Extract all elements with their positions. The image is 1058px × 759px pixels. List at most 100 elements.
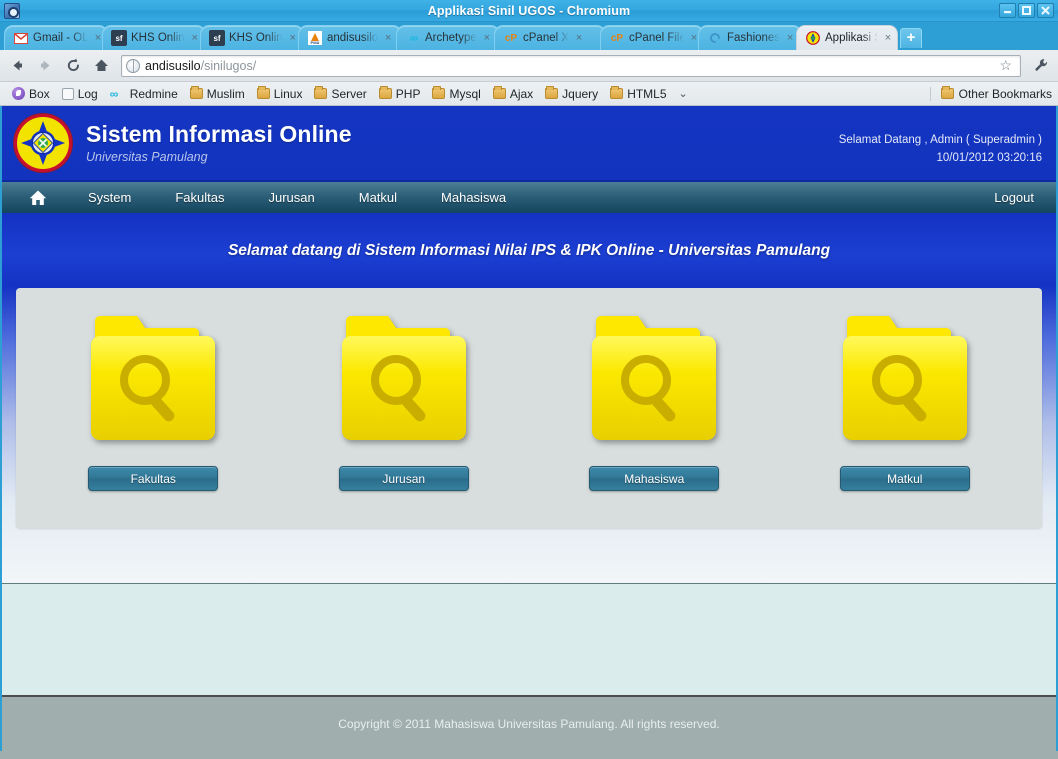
shortcut-card-fakultas[interactable]: Fakultas xyxy=(58,302,248,491)
bookmark-star-icon[interactable]: ☆ xyxy=(995,57,1016,74)
tab-close-icon[interactable]: × xyxy=(482,32,492,44)
tab-close-icon[interactable]: × xyxy=(190,32,200,44)
phpmyadmin-icon: PMA xyxy=(307,30,323,46)
other-bookmarks-label: Other Bookmarks xyxy=(959,87,1052,101)
folder-icon xyxy=(257,88,270,99)
close-icon[interactable] xyxy=(1037,3,1054,18)
browser-tab[interactable]: cP cPanel File × xyxy=(600,25,704,50)
welcome-greeting: Selamat Datang , Admin ( Superadmin ) xyxy=(839,132,1042,150)
bookmark-item-box[interactable]: Box xyxy=(6,87,56,101)
shortcut-card-jurusan[interactable]: Jurusan xyxy=(309,302,499,491)
address-bar[interactable]: andisusilo/sinilugos/ ☆ xyxy=(121,55,1021,77)
back-arrow-icon[interactable] xyxy=(7,56,27,76)
loading-icon xyxy=(707,30,723,46)
nav-item-logout[interactable]: Logout xyxy=(972,181,1056,215)
folder-search-icon[interactable] xyxy=(340,302,468,452)
bookmark-label: Mysql xyxy=(449,87,480,101)
ugos-icon xyxy=(805,30,821,46)
browser-tab[interactable]: Gmail - OLSXBa × xyxy=(4,25,108,50)
page-title: Sistem Informasi Online xyxy=(86,122,352,146)
url-host: andisusilo xyxy=(145,59,201,73)
browser-tab[interactable]: sf KHS Onlin × xyxy=(102,25,206,50)
bookmark-label: Ajax xyxy=(510,87,533,101)
home-icon[interactable] xyxy=(91,56,111,76)
reload-icon[interactable] xyxy=(63,56,83,76)
browser-toolbar: andisusilo/sinilugos/ ☆ xyxy=(0,50,1058,82)
hero-banner: Selamat datang di Sistem Informasi Nilai… xyxy=(2,216,1056,286)
bookmark-item-mysql[interactable]: Mysql xyxy=(426,87,486,101)
bookmark-item-html5[interactable]: HTML5 xyxy=(604,87,672,101)
page-body: Fakultas Jurus xyxy=(2,286,1056,583)
site-header: Sistem Informasi Online Universitas Pamu… xyxy=(2,106,1056,182)
shortcut-button-mahasiswa[interactable]: Mahasiswa xyxy=(589,466,719,491)
browser-tab-active[interactable]: Applikasi Sixil × xyxy=(796,25,898,50)
bookmark-item-redmine[interactable]: ∞ Redmine xyxy=(104,87,184,101)
main-navigation: System Fakultas Jurusan Matkul Mahasiswa… xyxy=(2,182,1056,216)
browser-tab[interactable]: Fashiones × xyxy=(698,25,802,50)
tab-close-icon[interactable]: × xyxy=(288,32,298,44)
globe-icon xyxy=(126,59,140,73)
bookmarks-bar: Box Log ∞ Redmine Muslim Linux Server PH… xyxy=(0,82,1058,106)
spacer xyxy=(16,528,1042,583)
svg-text:PMA: PMA xyxy=(311,40,320,45)
sf-icon: sf xyxy=(209,30,225,46)
shortcut-button-matkul[interactable]: Matkul xyxy=(840,466,970,491)
maximize-icon[interactable] xyxy=(1018,3,1035,18)
tab-label: KHS Onlin xyxy=(229,32,283,44)
browser-window: Applikasi Sinil UGOS - Chromium Gmail - … xyxy=(0,0,1058,759)
shortcut-panel: Fakultas Jurus xyxy=(16,288,1042,528)
other-bookmarks-button[interactable]: Other Bookmarks xyxy=(930,87,1052,101)
folder-icon xyxy=(379,88,392,99)
content-block xyxy=(2,583,1056,695)
tab-label: Gmail - OLSXBa xyxy=(33,32,88,44)
tab-label: Applikasi Sixil xyxy=(825,32,878,44)
window-titlebar: Applikasi Sinil UGOS - Chromium xyxy=(0,0,1058,22)
bookmark-item-log[interactable]: Log xyxy=(56,87,104,101)
new-tab-button[interactable]: + xyxy=(900,28,922,48)
bookmark-item-jquery[interactable]: Jquery xyxy=(539,87,604,101)
wrench-icon[interactable] xyxy=(1031,57,1051,74)
bookmark-item-ajax[interactable]: Ajax xyxy=(487,87,539,101)
browser-tab[interactable]: sf KHS Onlin × xyxy=(200,25,304,50)
tab-close-icon[interactable]: × xyxy=(574,32,584,44)
minimize-icon[interactable] xyxy=(999,3,1016,18)
shortcut-button-jurusan[interactable]: Jurusan xyxy=(339,466,469,491)
window-title: Applikasi Sinil UGOS - Chromium xyxy=(0,4,1058,18)
folder-search-icon[interactable] xyxy=(89,302,217,452)
tab-label: KHS Onlin xyxy=(131,32,185,44)
bookmark-item-linux[interactable]: Linux xyxy=(251,87,309,101)
tab-close-icon[interactable]: × xyxy=(383,32,393,44)
home-icon xyxy=(28,188,48,208)
folder-search-icon[interactable] xyxy=(841,302,969,452)
nav-item-home[interactable] xyxy=(2,181,66,215)
browser-tab[interactable]: cP cPanel X × xyxy=(494,25,606,50)
bookmark-label: Redmine xyxy=(130,87,178,101)
folder-icon xyxy=(190,88,203,99)
nav-item-system[interactable]: System xyxy=(66,181,153,215)
folder-icon xyxy=(545,88,558,99)
shortcut-button-fakultas[interactable]: Fakultas xyxy=(88,466,218,491)
nav-item-matkul[interactable]: Matkul xyxy=(337,181,419,215)
shortcut-card-mahasiswa[interactable]: Mahasiswa xyxy=(559,302,749,491)
bookmark-item-muslim[interactable]: Muslim xyxy=(184,87,251,101)
site-footer: Copyright © 2011 Mahasiswa Universitas P… xyxy=(2,695,1056,751)
bookmark-label: HTML5 xyxy=(627,87,666,101)
folder-icon xyxy=(314,88,327,99)
nav-item-jurusan[interactable]: Jurusan xyxy=(246,181,336,215)
shortcut-card-matkul[interactable]: Matkul xyxy=(810,302,1000,491)
browser-tab[interactable]: ∞ Archetype × xyxy=(396,25,500,50)
tab-close-icon[interactable]: × xyxy=(785,32,795,44)
forward-arrow-icon[interactable] xyxy=(35,56,55,76)
tab-label: andisusilo xyxy=(327,32,378,44)
browser-tab[interactable]: PMA andisusilo × xyxy=(298,25,402,50)
chevron-down-icon[interactable]: ⌄ xyxy=(679,87,688,100)
tab-strip: Gmail - OLSXBa × sf KHS Onlin × sf KHS O… xyxy=(0,22,1058,50)
gmail-icon xyxy=(13,30,29,46)
folder-search-icon[interactable] xyxy=(590,302,718,452)
nav-item-fakultas[interactable]: Fakultas xyxy=(153,181,246,215)
bookmark-item-server[interactable]: Server xyxy=(308,87,372,101)
bookmark-item-php[interactable]: PHP xyxy=(373,87,427,101)
tab-close-icon[interactable]: × xyxy=(883,32,893,44)
footer-copyright: Copyright © 2011 Mahasiswa Universitas P… xyxy=(338,717,719,731)
nav-item-mahasiswa[interactable]: Mahasiswa xyxy=(419,181,528,215)
